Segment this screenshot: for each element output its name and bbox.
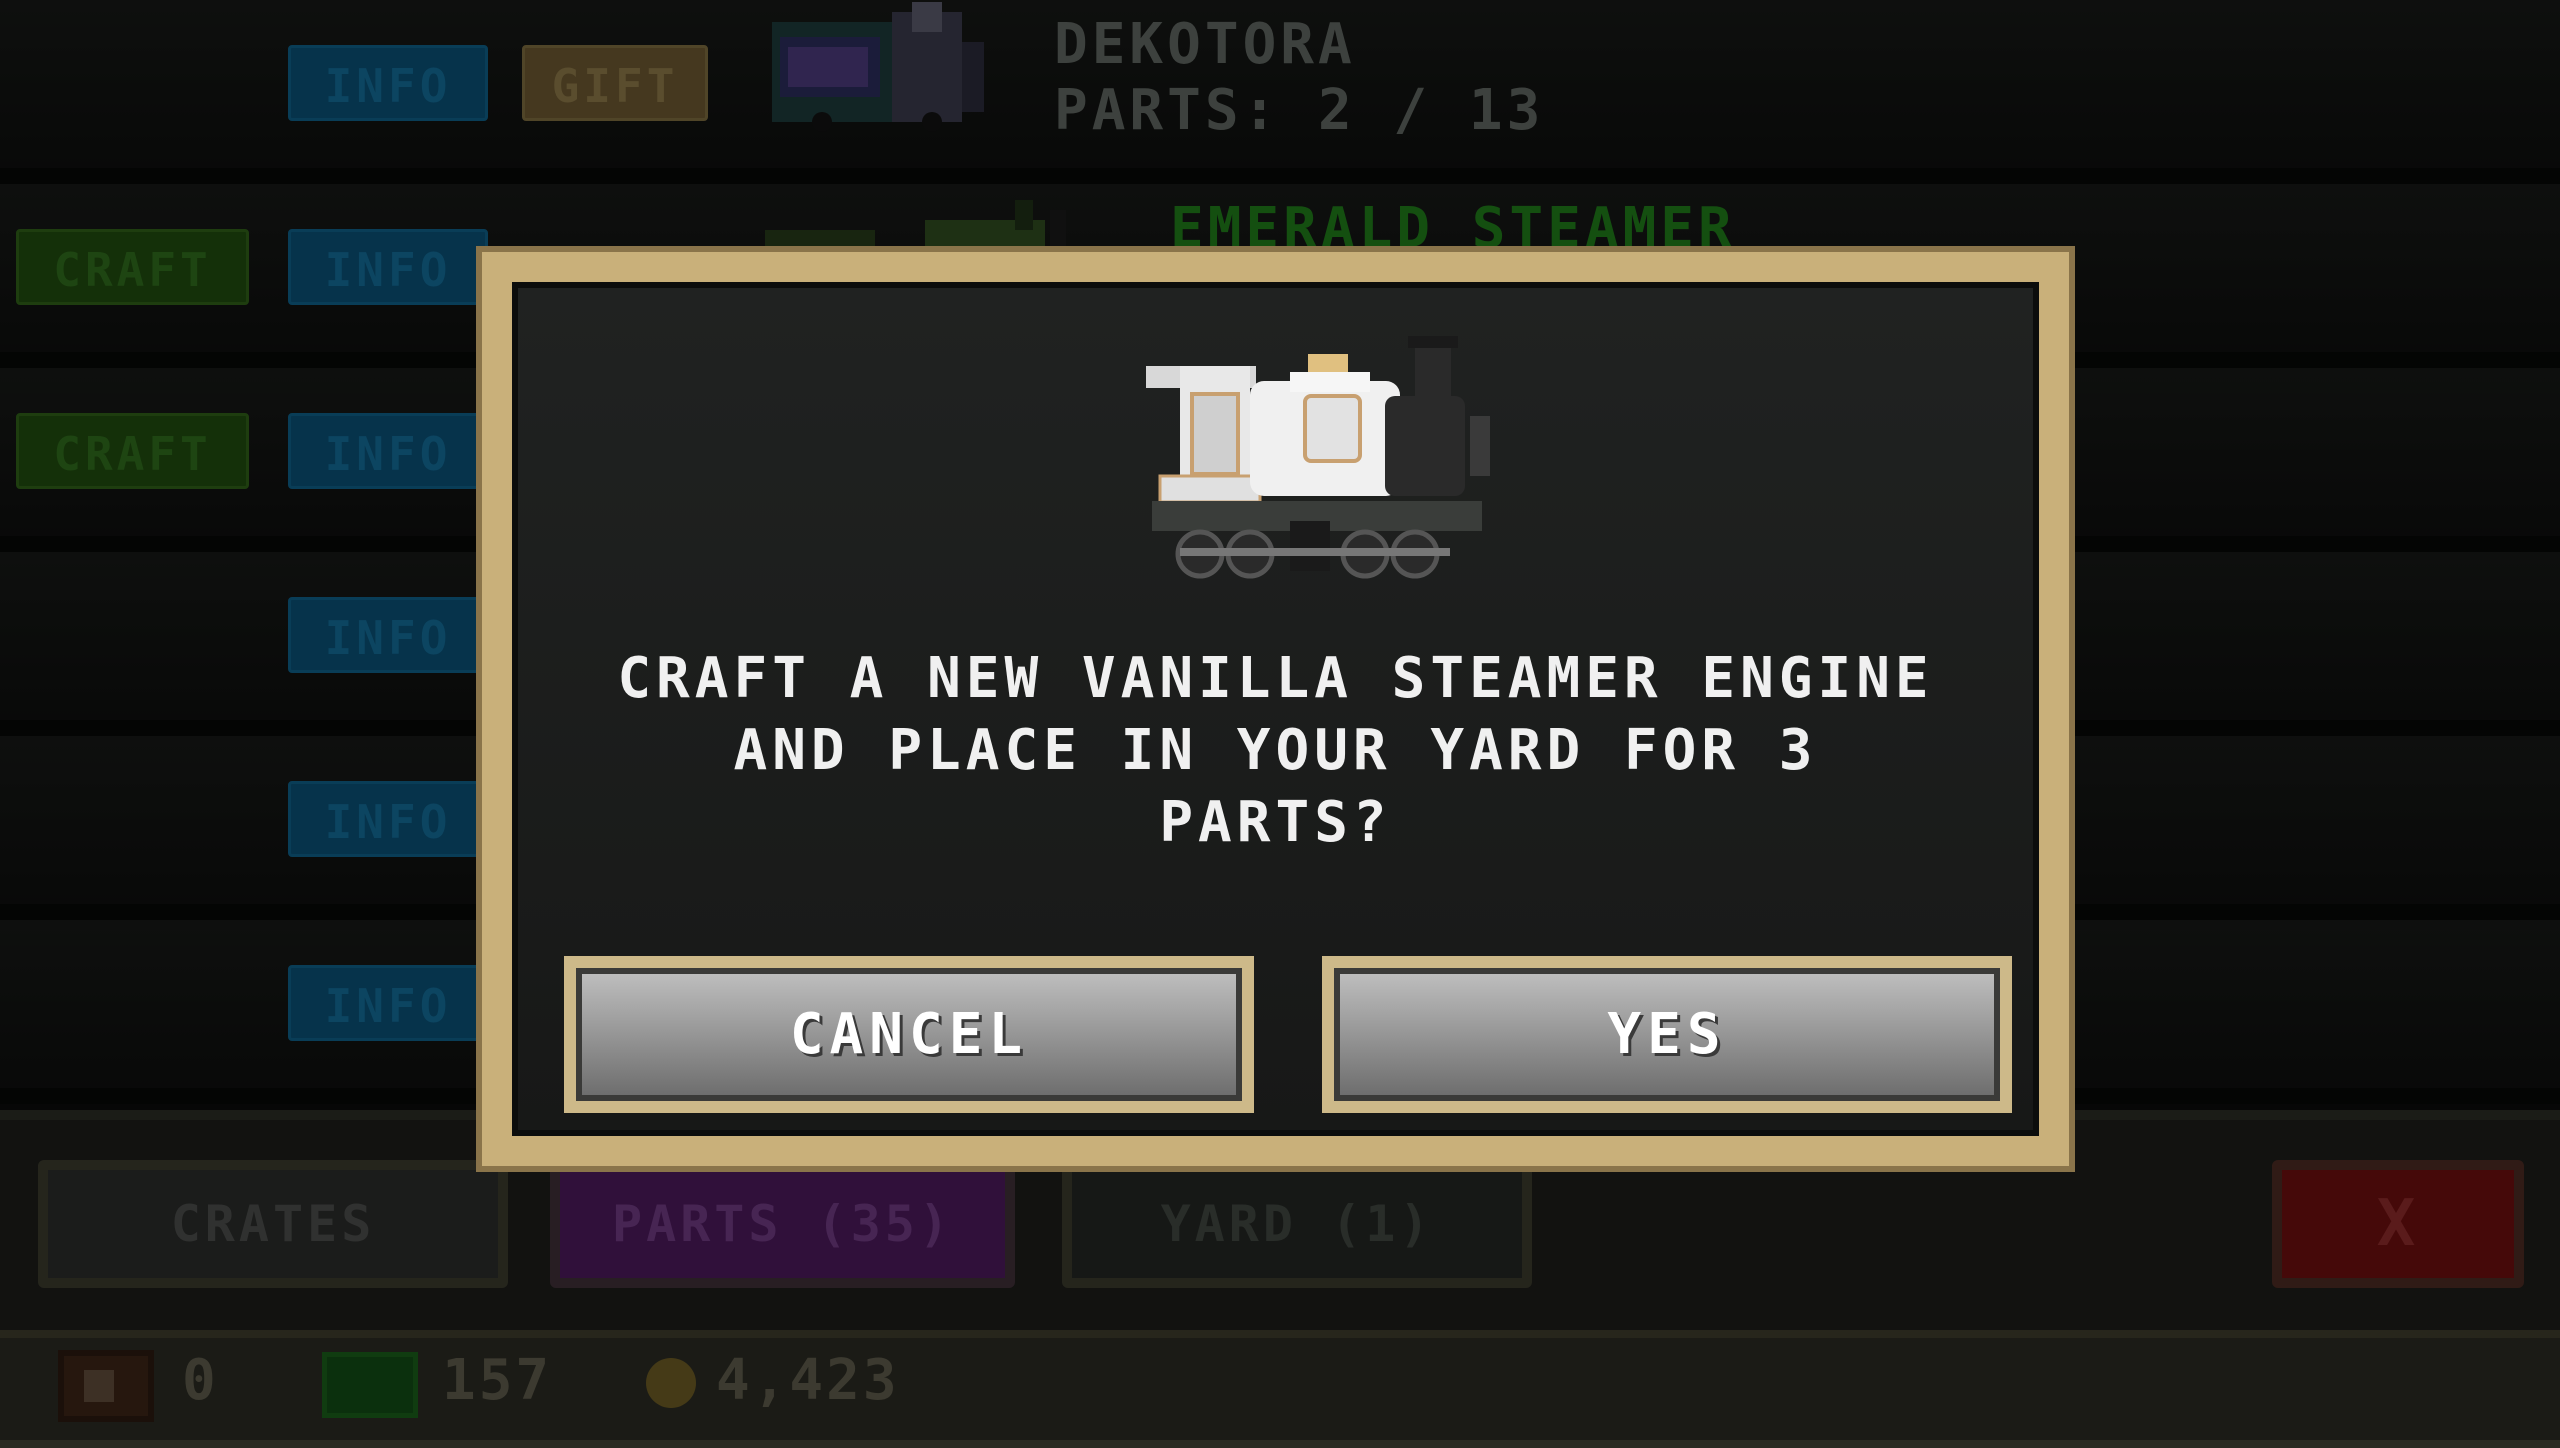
yes-button-label: YES	[1334, 968, 2000, 1101]
yes-button[interactable]: YES	[1322, 956, 2012, 1113]
dialog-panel: CRAFT A NEW VANILLA STEAMER ENGINE AND P…	[512, 282, 2039, 1136]
craft-confirm-dialog: CRAFT A NEW VANILLA STEAMER ENGINE AND P…	[482, 252, 2069, 1166]
dialog-message: CRAFT A NEW VANILLA STEAMER ENGINE AND P…	[617, 646, 1934, 855]
steam-locomotive-icon	[1146, 336, 1490, 579]
cancel-button-label: CANCEL	[576, 968, 1242, 1101]
cancel-button[interactable]: CANCEL	[564, 956, 1254, 1113]
